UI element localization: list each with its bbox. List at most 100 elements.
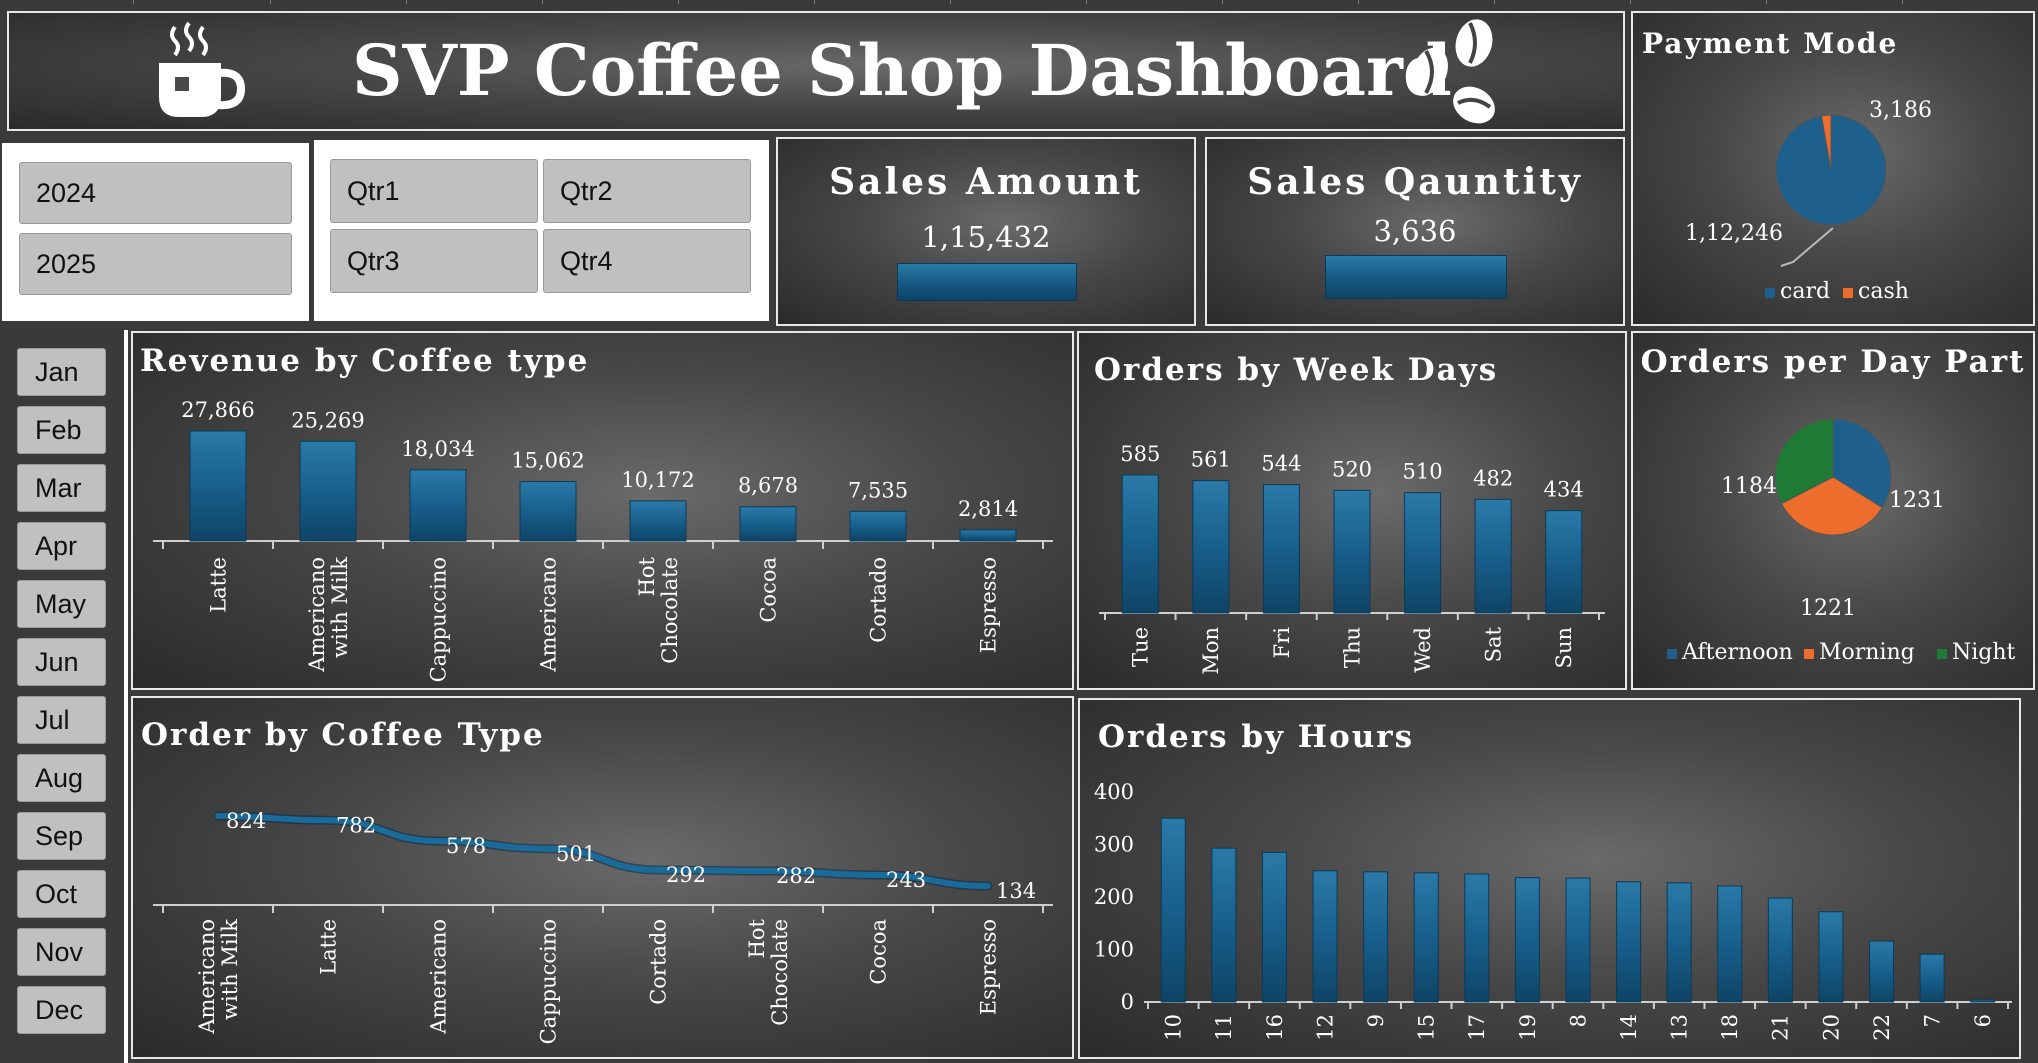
- year-2025-button[interactable]: 2025: [19, 233, 292, 295]
- revenue-category-label: Cortado: [866, 557, 890, 643]
- order-line-category-label-text: Espresso: [976, 919, 1000, 1015]
- month-may-button[interactable]: May: [17, 580, 106, 628]
- order-line-category-label: Cortado: [646, 919, 670, 1005]
- year-2024-button[interactable]: 2024: [19, 162, 292, 224]
- order-line-category-label: Espresso: [976, 919, 1000, 1015]
- hours-category-label-text: 10: [1162, 1014, 1186, 1041]
- month-jan-button[interactable]: Jan: [17, 348, 106, 396]
- kpi-sales-quantity-title: Sales Qauntity: [1247, 161, 1583, 203]
- weekday-bar: [1474, 498, 1512, 614]
- hours-category-label-text: 13: [1668, 1014, 1692, 1041]
- daypart-data-label: 1221: [1800, 596, 1856, 621]
- hours-category-label-text: 12: [1313, 1014, 1337, 1041]
- hours-category-label-text: 21: [1769, 1014, 1793, 1041]
- revenue-data-label: 27,866: [181, 398, 254, 422]
- grid-tick: [814, 0, 815, 4]
- hours-category-label: 21: [1769, 1014, 1793, 1041]
- quarter-2-button[interactable]: Qtr2: [543, 159, 751, 223]
- hours-bar: [1767, 897, 1793, 1003]
- orders-weekdays-chart: 585 Tue 561 Mon 544 Fri 520 Thu 510 Wed 482 Sat 434 S…: [1099, 442, 1605, 675]
- order-line-point: [547, 847, 549, 850]
- grid-tick: [1494, 0, 1495, 4]
- year-slicer: 2024 2025: [2, 143, 309, 321]
- weekday-category-label-text: Thu: [1340, 627, 1364, 668]
- daypart-legend-swatch: [1804, 649, 1814, 659]
- hours-bar: [1211, 847, 1237, 1003]
- hours-y-tick-label: 200: [1094, 885, 1134, 909]
- order-line-category-label: Cappuccino: [536, 919, 560, 1044]
- grid-tick: [950, 0, 951, 4]
- revenue-category-label-text: Americano: [305, 557, 329, 673]
- order-line-point: [767, 869, 769, 872]
- order-line-category-label-text: Americano: [426, 919, 450, 1035]
- month-jul-button[interactable]: Jul: [17, 696, 106, 744]
- revenue-data-label: 2,814: [958, 497, 1018, 521]
- month-jun-button[interactable]: Jun: [17, 638, 106, 686]
- order-line-series: [215, 813, 991, 889]
- hours-category-label: 13: [1668, 1014, 1692, 1041]
- weekday-category-label-text: Sat: [1481, 626, 1505, 662]
- weekday-category-label-text: Mon: [1199, 627, 1223, 675]
- hours-bar: [1818, 911, 1844, 1003]
- order-by-coffee-chart: 824Americano with Milk782Latte578American…: [153, 809, 1053, 1044]
- weekday-category-label-text: Sun: [1552, 627, 1576, 668]
- month-feb-button[interactable]: Feb: [17, 406, 106, 454]
- grid-tick: [270, 0, 271, 4]
- weekday-bar: [1262, 484, 1300, 614]
- order-line-category-label-text: Cocoa: [866, 919, 890, 985]
- month-aug-button[interactable]: Aug: [17, 754, 106, 802]
- grid-tick: [406, 0, 407, 4]
- daypart-legend-label: Afternoon: [1681, 640, 1793, 665]
- revenue-data-label: 7,535: [848, 478, 908, 502]
- order-line-category-label-text: Latte: [316, 919, 340, 975]
- revenue-category-label-text: Latte: [206, 557, 230, 613]
- quarter-4-button[interactable]: Qtr4: [543, 229, 751, 293]
- hours-category-label: 11: [1212, 1014, 1236, 1041]
- order-line-data-label: 134: [996, 879, 1036, 903]
- month-dec-button[interactable]: Dec: [17, 986, 106, 1034]
- payment-leader-line: [1780, 227, 1834, 267]
- quarter-3-button[interactable]: Qtr3: [330, 229, 538, 293]
- order-line-category-label-text: Cortado: [646, 919, 670, 1005]
- hours-category-label: 17: [1465, 1014, 1489, 1041]
- kpi-sales-quantity-bar: [1325, 255, 1507, 299]
- order-line-point: [327, 819, 329, 822]
- grid-tick: [1086, 0, 1087, 4]
- weekday-data-label: 520: [1332, 457, 1372, 481]
- month-apr-button[interactable]: Apr: [17, 522, 106, 570]
- order-line-point: [657, 868, 659, 871]
- month-oct-button[interactable]: Oct: [17, 870, 106, 918]
- kpi-sales-amount-value: 1,15,432: [921, 220, 1051, 254]
- hours-category-label: 8: [1566, 1014, 1590, 1027]
- hours-category-label-text: 19: [1516, 1014, 1540, 1041]
- hours-category-label-text: 9: [1364, 1014, 1388, 1027]
- hours-category-label-text: 18: [1718, 1014, 1742, 1041]
- grid-tick: [1766, 0, 1767, 4]
- revenue-category-label-text: Cortado: [866, 557, 890, 643]
- payment-legend-swatch: [1765, 288, 1775, 298]
- hours-bar: [1565, 877, 1591, 1003]
- hours-bar: [1160, 817, 1186, 1003]
- month-mar-button[interactable]: Mar: [17, 464, 106, 512]
- weekday-data-label: 561: [1191, 448, 1231, 472]
- hours-category-label: 10: [1162, 1014, 1186, 1041]
- order-line-data-label: 824: [226, 809, 266, 833]
- order-line-point: [217, 815, 219, 817]
- month-nov-button[interactable]: Nov: [17, 928, 106, 976]
- revenue-data-label: 25,269: [291, 408, 364, 432]
- daypart-data-label: 1231: [1889, 488, 1945, 513]
- daypart-legend-swatch: [1937, 649, 1947, 659]
- month-sep-button[interactable]: Sep: [17, 812, 106, 860]
- kpi-sales-amount: Sales Amount 1,15,432: [776, 137, 1196, 326]
- hours-category-label-text: 22: [1870, 1014, 1894, 1041]
- order-line-category-label: Americano with Milk: [195, 919, 242, 1035]
- quarter-1-button[interactable]: Qtr1: [330, 159, 538, 223]
- weekday-bar: [1333, 489, 1371, 614]
- hours-bar: [1970, 999, 1996, 1003]
- hours-bar: [1869, 940, 1895, 1003]
- revenue-category-label-text: Cappuccino: [426, 557, 450, 682]
- order-line-data-label: 501: [556, 842, 596, 866]
- payment-legend-label: cash: [1858, 279, 1909, 304]
- hours-category-label: 15: [1415, 1014, 1439, 1041]
- revenue-by-coffee-panel: Revenue by Coffee type 27,866 Latte 25,269…: [131, 331, 1074, 690]
